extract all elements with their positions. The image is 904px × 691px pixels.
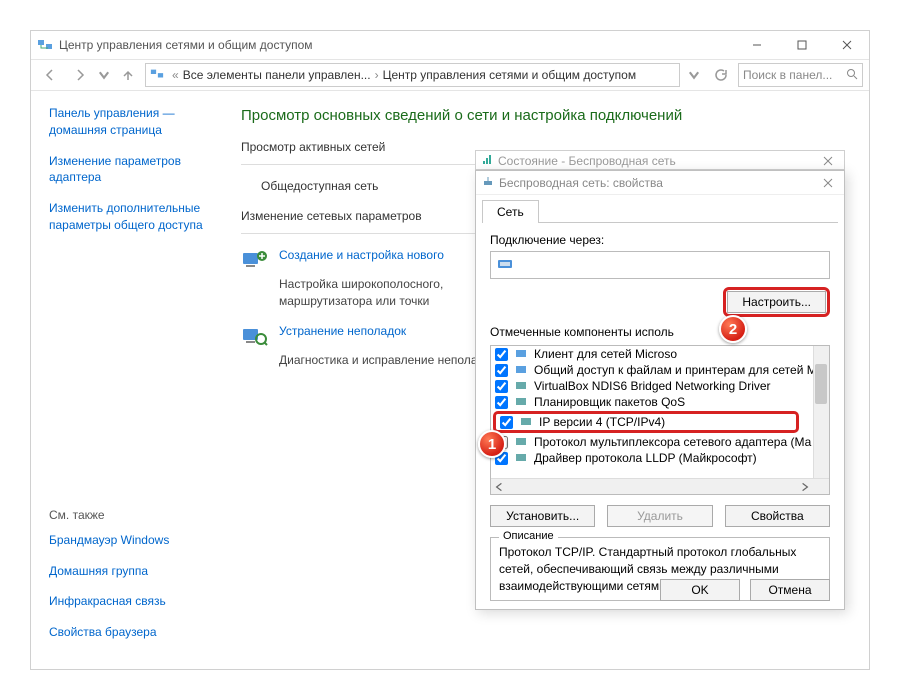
properties-dialog: Беспроводная сеть: свойства Сеть Подключ… — [475, 170, 845, 610]
component-checkbox[interactable] — [495, 380, 508, 393]
recent-dropdown[interactable] — [97, 62, 111, 88]
titlebar: Центр управления сетями и общим доступом — [31, 31, 869, 59]
list-item: Протокол мультиплексора сетевого адаптер… — [491, 434, 829, 450]
chevron-right-icon: › — [375, 68, 379, 82]
driver-icon — [514, 379, 530, 393]
nav-back-button[interactable] — [37, 62, 63, 88]
component-label[interactable]: Планировщик пакетов QoS — [534, 395, 685, 409]
search-placeholder: Поиск в панел... — [743, 68, 832, 82]
client-icon — [514, 347, 530, 361]
annotation-badge-1: 1 — [478, 430, 506, 458]
description-legend: Описание — [499, 530, 558, 542]
install-button[interactable]: Установить... — [490, 505, 595, 527]
maximize-button[interactable] — [779, 31, 824, 59]
component-label-ipv4[interactable]: IP версии 4 (TCP/IPv4) — [539, 415, 665, 429]
breadcrumb-seg[interactable]: Все элементы панели управлен... — [183, 68, 371, 82]
component-label[interactable]: VirtualBox NDIS6 Bridged Networking Driv… — [534, 379, 771, 393]
component-label[interactable]: Общий доступ к файлам и принтерам для се… — [534, 363, 819, 377]
components-label: Отмеченные компоненты исполь — [490, 325, 830, 339]
list-item: Общий доступ к файлам и принтерам для се… — [491, 362, 829, 378]
component-checkbox[interactable] — [495, 348, 508, 361]
close-icon[interactable] — [816, 153, 840, 169]
scrollbar-thumb[interactable] — [815, 364, 827, 404]
adapter-card-icon — [497, 257, 515, 274]
protocol-icon — [514, 451, 530, 465]
close-button[interactable] — [824, 31, 869, 59]
nav-forward-button[interactable] — [67, 62, 93, 88]
component-checkbox[interactable] — [500, 416, 513, 429]
properties-dialog-title: Беспроводная сеть: свойства — [499, 176, 663, 190]
configure-highlight: Настроить... — [723, 287, 830, 317]
component-checkbox[interactable] — [495, 364, 508, 377]
address-bar: « Все элементы панели управлен... › Цент… — [31, 59, 869, 91]
homegroup-link[interactable]: Домашняя группа — [49, 563, 219, 580]
annotation-badge-2: 2 — [719, 315, 747, 343]
close-icon[interactable] — [816, 175, 840, 191]
breadcrumb-path[interactable]: « Все элементы панели управлен... › Цент… — [145, 63, 680, 87]
nav-up-button[interactable] — [115, 62, 141, 88]
troubleshoot-link[interactable]: Устранение неполадок — [279, 324, 406, 348]
connect-using-label: Подключение через: — [490, 233, 830, 247]
browser-props-link[interactable]: Свойства браузера — [49, 624, 219, 641]
configure-button[interactable]: Настроить... — [727, 291, 826, 313]
properties-button[interactable]: Свойства — [725, 505, 830, 527]
component-label[interactable]: Протокол мультиплексора сетевого адаптер… — [534, 435, 811, 449]
ipv4-highlight: IP версии 4 (TCP/IPv4) — [493, 411, 799, 433]
components-list: Клиент для сетей Microso Общий доступ к … — [490, 345, 830, 495]
firewall-link[interactable]: Брандмауэр Windows — [49, 532, 219, 549]
network-center-icon — [37, 37, 53, 53]
component-checkbox[interactable] — [495, 396, 508, 409]
list-item: VirtualBox NDIS6 Bridged Networking Driv… — [491, 378, 829, 394]
ok-button[interactable]: OK — [660, 579, 740, 601]
see-also-label: См. также — [49, 508, 219, 522]
cancel-button[interactable]: Отмена — [750, 579, 830, 601]
page-title: Просмотр основных сведений о сети и наст… — [241, 107, 845, 124]
control-panel-home-link[interactable]: Панель управления — домашняя страница — [49, 105, 219, 139]
qos-icon — [514, 395, 530, 409]
list-item: Драйвер протокола LLDP (Майкрософт) — [491, 450, 829, 466]
new-connection-icon — [241, 248, 269, 272]
signal-icon — [482, 153, 494, 168]
chevron-icon: « — [172, 68, 179, 82]
minimize-button[interactable] — [734, 31, 779, 59]
change-adapter-settings-link[interactable]: Изменение параметров адаптера — [49, 153, 219, 187]
sidebar: Панель управления — домашняя страница Из… — [31, 91, 231, 669]
vertical-scrollbar[interactable] — [813, 346, 829, 478]
status-dialog: Состояние - Беспроводная сеть — [475, 150, 845, 170]
refresh-button[interactable] — [708, 62, 734, 88]
horizontal-scrollbar[interactable] — [491, 478, 829, 494]
breadcrumb-seg[interactable]: Центр управления сетями и общим доступом — [383, 68, 637, 82]
component-label[interactable]: Клиент для сетей Microso — [534, 347, 677, 361]
path-dropdown[interactable] — [684, 62, 704, 88]
troubleshoot-icon — [241, 324, 269, 348]
list-item: Планировщик пакетов QoS — [491, 394, 829, 410]
search-icon — [846, 68, 858, 83]
status-dialog-title: Состояние - Беспроводная сеть — [498, 154, 676, 168]
component-label[interactable]: Драйвер протокола LLDP (Майкрософт) — [534, 451, 757, 465]
protocol-icon — [519, 415, 535, 429]
network-center-icon — [150, 67, 164, 84]
window-title: Центр управления сетями и общим доступом — [59, 38, 313, 52]
adapter-icon — [482, 175, 494, 190]
advanced-sharing-link[interactable]: Изменить дополнительные параметры общего… — [49, 200, 219, 234]
list-item: Клиент для сетей Microso — [491, 346, 829, 362]
sharing-icon — [514, 363, 530, 377]
tabs: Сеть — [482, 199, 838, 223]
remove-button[interactable]: Удалить — [607, 505, 712, 527]
tab-network[interactable]: Сеть — [482, 200, 539, 223]
adapter-field[interactable] — [490, 251, 830, 279]
search-input[interactable]: Поиск в панел... — [738, 63, 863, 87]
list-item: IP версии 4 (TCP/IPv4) — [496, 414, 796, 430]
new-connection-link[interactable]: Создание и настройка нового — [279, 248, 444, 272]
infrared-link[interactable]: Инфракрасная связь — [49, 593, 219, 610]
protocol-icon — [514, 435, 530, 449]
